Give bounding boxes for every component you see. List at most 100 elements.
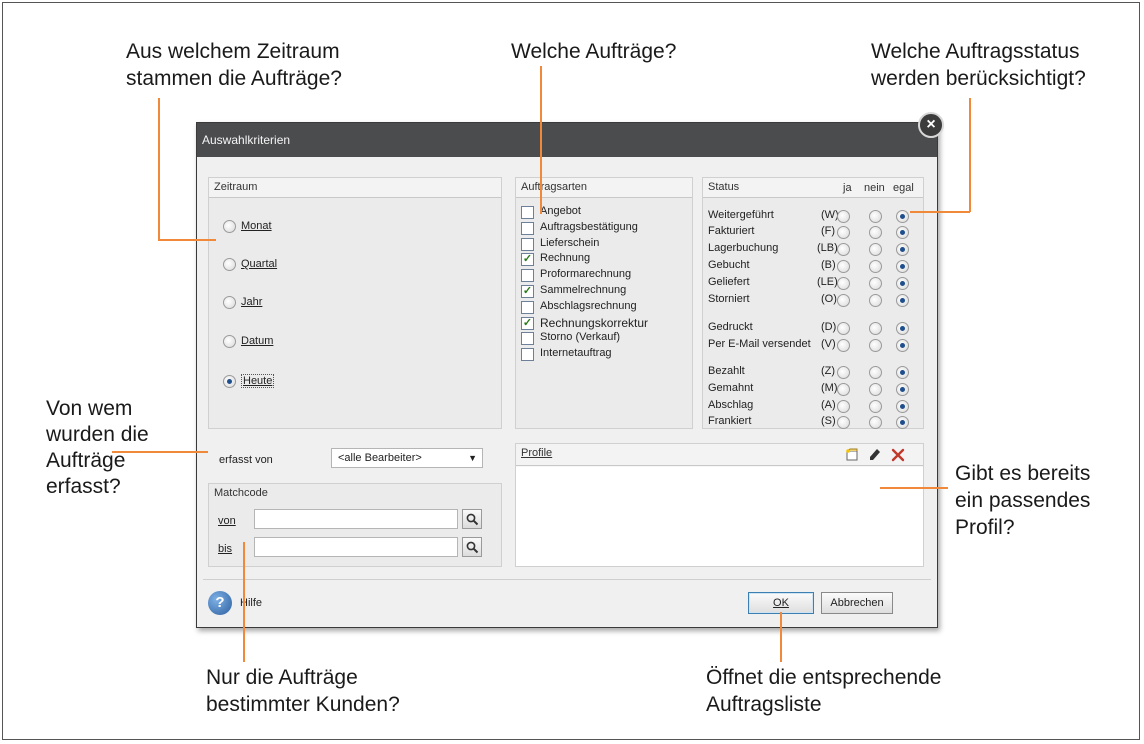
delete-profile-icon[interactable]: [891, 448, 905, 462]
help-icon[interactable]: ?: [208, 591, 232, 615]
zeitraum-label-datum[interactable]: Datum: [241, 335, 273, 347]
checkbox-3[interactable]: ✓: [521, 253, 534, 267]
status-row-code: (S): [821, 415, 836, 427]
checkbox-8[interactable]: [521, 332, 534, 346]
status-row-code: (Z): [821, 365, 836, 377]
status-radio-ja[interactable]: [837, 322, 850, 335]
status-radio-egal[interactable]: [896, 243, 909, 256]
status-radio-nein[interactable]: [869, 226, 882, 239]
status-col-egal: egal: [893, 182, 914, 194]
zeitraum-label-monat[interactable]: Monat: [241, 220, 272, 232]
status-radio-nein[interactable]: [869, 366, 882, 379]
matchcode-bis-input[interactable]: [254, 537, 458, 557]
callout-kunden-line2: bestimmter Kunden?: [206, 693, 400, 716]
leader-line: [540, 66, 542, 214]
search-bis-button[interactable]: [462, 537, 482, 557]
status-row-label: Frankiert: [708, 415, 752, 427]
checkbox-4[interactable]: [521, 269, 534, 283]
status-radio-nein[interactable]: [869, 339, 882, 352]
status-radio-nein[interactable]: [869, 243, 882, 256]
status-row-code: (B): [821, 259, 836, 271]
matchcode-von-label: von: [218, 515, 236, 527]
status-radio-ja[interactable]: [837, 400, 850, 413]
status-row-label: Gedruckt: [708, 321, 753, 333]
status-radio-ja[interactable]: [837, 366, 850, 379]
status-radio-ja[interactable]: [837, 383, 850, 396]
status-radio-nein[interactable]: [869, 383, 882, 396]
callout-status-line1: Welche Auftragsstatus: [871, 40, 1080, 63]
leader-line: [158, 239, 216, 241]
status-radio-nein[interactable]: [869, 322, 882, 335]
auftragsart-label[interactable]: Storno (Verkauf): [540, 331, 620, 343]
status-radio-ja[interactable]: [837, 416, 850, 429]
status-radio-nein[interactable]: [869, 210, 882, 223]
status-col-nein: nein: [864, 182, 885, 194]
checkbox-9[interactable]: [521, 348, 534, 362]
status-radio-ja[interactable]: [837, 277, 850, 290]
zeitraum-radio-monat[interactable]: [223, 220, 236, 233]
auftragsart-label[interactable]: Auftragsbestätigung: [540, 221, 638, 233]
callout-profil-line2: ein passendes: [955, 489, 1091, 512]
ok-button[interactable]: OK: [748, 592, 814, 614]
search-von-button[interactable]: [462, 509, 482, 529]
zeitraum-label-jahr[interactable]: Jahr: [241, 296, 262, 308]
status-radio-ja[interactable]: [837, 339, 850, 352]
auftragsarten-panel: Auftragsarten Angebot Auftragsbestätigung…: [515, 177, 693, 429]
cancel-button[interactable]: Abbrechen: [821, 592, 893, 614]
callout-profil: Gibt es bereits ein passendes Profil?: [955, 460, 1090, 541]
zeitraum-radio-jahr[interactable]: [223, 296, 236, 309]
status-radio-nein[interactable]: [869, 294, 882, 307]
status-radio-egal[interactable]: [896, 277, 909, 290]
close-icon[interactable]: ×: [918, 112, 944, 138]
erfasst-von-select[interactable]: <alle Bearbeiter> ▼: [331, 448, 483, 468]
status-radio-ja[interactable]: [837, 243, 850, 256]
checkbox-0[interactable]: [521, 206, 534, 219]
status-radio-egal[interactable]: [896, 339, 909, 352]
status-radio-egal[interactable]: [896, 416, 909, 429]
auftragsart-label[interactable]: Internetauftrag: [540, 347, 612, 359]
zeitraum-label-heute[interactable]: Heute: [241, 374, 275, 388]
auftragsart-label[interactable]: Rechnung: [540, 252, 590, 264]
status-radio-egal[interactable]: [896, 383, 909, 396]
checkbox-1[interactable]: [521, 221, 534, 235]
status-row-label: Per E-Mail versendet: [708, 338, 811, 350]
status-header: Status: [703, 178, 923, 198]
auftragsart-label[interactable]: Proformarechnung: [540, 268, 631, 280]
auftragsart-label[interactable]: Lieferschein: [540, 237, 599, 249]
profile-list[interactable]: [516, 467, 923, 566]
checkbox-2[interactable]: [521, 237, 534, 251]
status-radio-ja[interactable]: [837, 260, 850, 273]
checkbox-6[interactable]: [521, 300, 534, 314]
status-radio-egal[interactable]: [896, 260, 909, 273]
status-radio-nein[interactable]: [869, 260, 882, 273]
status-radio-egal[interactable]: [896, 366, 909, 379]
checkbox-5[interactable]: ✓: [521, 285, 534, 298]
status-row-code: (V): [821, 338, 836, 350]
leader-line: [112, 451, 208, 453]
checkbox-7[interactable]: ✓: [521, 316, 534, 330]
status-radio-nein[interactable]: [869, 277, 882, 290]
status-radio-ja[interactable]: [837, 294, 850, 307]
status-radio-egal[interactable]: [896, 226, 909, 239]
auftragsart-label[interactable]: Rechnungskorrektur: [540, 316, 648, 330]
zeitraum-radio-quartal[interactable]: [223, 258, 236, 271]
auftragsart-label[interactable]: Angebot: [540, 205, 581, 217]
edit-profile-icon[interactable]: [868, 448, 882, 462]
zeitraum-radio-heute[interactable]: [223, 375, 236, 388]
callout-vonwem-line4: erfasst?: [46, 475, 121, 498]
status-radio-ja[interactable]: [837, 210, 850, 223]
status-radio-egal[interactable]: [896, 400, 909, 413]
status-radio-nein[interactable]: [869, 416, 882, 429]
status-radio-egal[interactable]: [896, 210, 909, 223]
auftragsart-label[interactable]: Abschlagsrechnung: [540, 300, 637, 312]
status-radio-nein[interactable]: [869, 400, 882, 413]
auftragsart-label[interactable]: Sammelrechnung: [540, 284, 626, 296]
zeitraum-label-quartal[interactable]: Quartal: [241, 258, 277, 270]
status-radio-ja[interactable]: [837, 226, 850, 239]
status-radio-egal[interactable]: [896, 294, 909, 307]
matchcode-bis-label: bis: [218, 543, 233, 555]
new-profile-icon[interactable]: [845, 448, 859, 462]
matchcode-von-input[interactable]: [254, 509, 458, 529]
zeitraum-radio-datum[interactable]: [223, 335, 236, 348]
status-radio-egal[interactable]: [896, 322, 909, 335]
